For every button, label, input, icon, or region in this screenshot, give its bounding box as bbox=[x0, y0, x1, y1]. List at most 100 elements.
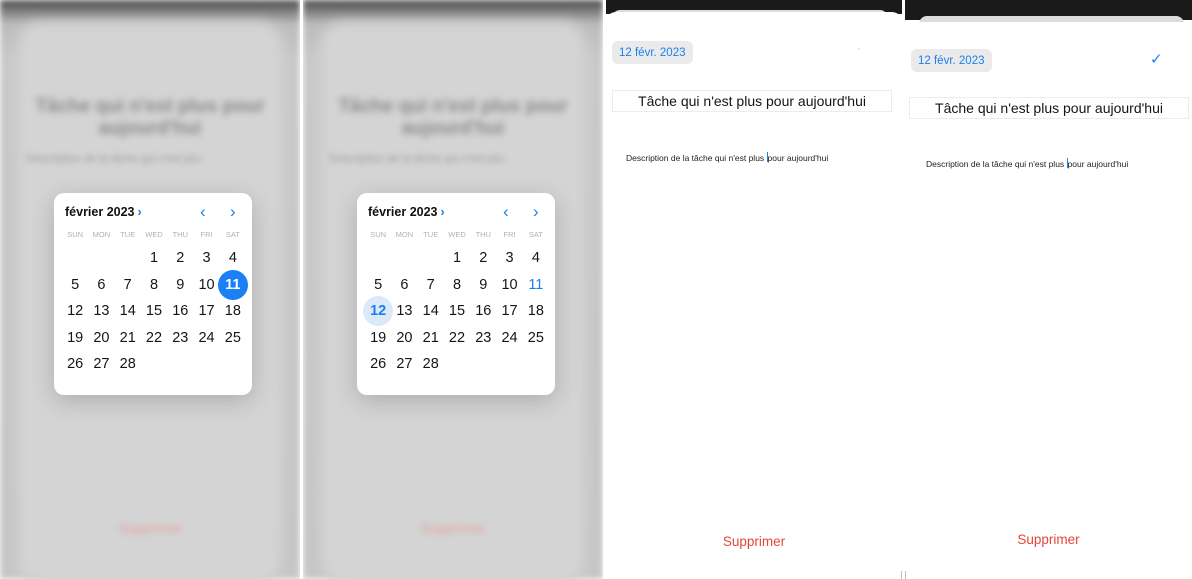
day-cell[interactable]: 12 bbox=[62, 298, 88, 325]
day-cell[interactable]: 6 bbox=[88, 272, 114, 299]
next-month-button[interactable]: › bbox=[533, 202, 539, 222]
task-description-input[interactable]: Description de la tâche qui n'est plus p… bbox=[626, 152, 828, 163]
day-number: 13 bbox=[396, 303, 413, 320]
day-number: 19 bbox=[370, 329, 387, 346]
panel-calendar-2: Tâche qui n'est plus pour aujourd'hui De… bbox=[303, 0, 603, 579]
day-cell[interactable]: 9 bbox=[167, 272, 193, 299]
day-cell[interactable]: 7 bbox=[418, 272, 444, 299]
day-cell[interactable]: 13 bbox=[88, 298, 114, 325]
month-year-button[interactable]: février 2023 › bbox=[368, 205, 445, 219]
day-cell[interactable]: 23 bbox=[167, 325, 193, 352]
day-cell[interactable]: 11 bbox=[220, 272, 246, 299]
day-cell[interactable]: 5 bbox=[365, 272, 391, 299]
date-chip-button[interactable]: 12 févr. 2023 bbox=[612, 41, 693, 64]
day-number: 16 bbox=[475, 303, 492, 320]
day-cell[interactable]: 26 bbox=[365, 351, 391, 378]
day-cell[interactable]: 14 bbox=[418, 298, 444, 325]
day-number: 27 bbox=[93, 356, 110, 373]
day-cell[interactable]: 4 bbox=[220, 245, 246, 272]
day-number: 20 bbox=[396, 329, 413, 346]
date-chip-button[interactable]: 12 févr. 2023 bbox=[911, 49, 992, 72]
weekday-label: MON bbox=[92, 230, 111, 239]
weekday-label: THU bbox=[475, 230, 491, 239]
day-number: 22 bbox=[145, 329, 163, 346]
day-number: 4 bbox=[531, 250, 540, 267]
empty-day-cell bbox=[365, 245, 391, 272]
day-cell[interactable]: 24 bbox=[496, 325, 522, 352]
day-number: 6 bbox=[400, 276, 409, 293]
day-cell[interactable]: 12 bbox=[365, 298, 391, 325]
day-cell[interactable]: 8 bbox=[141, 272, 167, 299]
day-cell[interactable]: 20 bbox=[88, 325, 114, 352]
day-cell[interactable]: 21 bbox=[115, 325, 141, 352]
delete-button[interactable]: Supprimer bbox=[905, 532, 1192, 547]
day-cell[interactable]: 22 bbox=[141, 325, 167, 352]
day-cell[interactable]: 18 bbox=[523, 298, 549, 325]
day-number: 21 bbox=[119, 329, 136, 346]
day-cell[interactable]: 2 bbox=[167, 245, 193, 272]
checkmark-icon[interactable]: ✓ bbox=[1150, 50, 1163, 68]
delete-button[interactable]: Supprimer bbox=[606, 534, 902, 549]
day-cell[interactable]: 2 bbox=[470, 245, 496, 272]
day-number: 2 bbox=[176, 250, 185, 267]
day-cell[interactable]: 3 bbox=[193, 245, 219, 272]
day-cell[interactable]: 28 bbox=[418, 351, 444, 378]
day-cell[interactable]: 9 bbox=[470, 272, 496, 299]
weekday-label: THU bbox=[172, 230, 188, 239]
day-cell[interactable]: 23 bbox=[470, 325, 496, 352]
day-number: 11 bbox=[528, 276, 544, 293]
day-cell[interactable]: 18 bbox=[220, 298, 246, 325]
weekday-label: TUE bbox=[120, 230, 136, 239]
day-cell[interactable]: 14 bbox=[115, 298, 141, 325]
day-cell[interactable]: 10 bbox=[193, 272, 219, 299]
month-year-button[interactable]: février 2023 › bbox=[65, 205, 142, 219]
day-cell[interactable]: 6 bbox=[391, 272, 417, 299]
day-cell[interactable]: 11 bbox=[523, 272, 549, 299]
day-number: 3 bbox=[505, 250, 514, 267]
day-number: 21 bbox=[422, 329, 439, 346]
day-cell[interactable]: 5 bbox=[62, 272, 88, 299]
empty-day-cell bbox=[62, 245, 88, 272]
day-cell[interactable]: 19 bbox=[365, 325, 391, 352]
day-cell[interactable]: 27 bbox=[88, 351, 114, 378]
weekday-label: FRI bbox=[200, 230, 213, 239]
weekday-label: SAT bbox=[225, 230, 240, 239]
day-cell[interactable]: 24 bbox=[193, 325, 219, 352]
day-cell[interactable]: 25 bbox=[523, 325, 549, 352]
day-cell[interactable]: 19 bbox=[62, 325, 88, 352]
day-cell[interactable]: 8 bbox=[444, 272, 470, 299]
day-cell[interactable]: 10 bbox=[496, 272, 522, 299]
day-cell[interactable]: 16 bbox=[167, 298, 193, 325]
day-cell[interactable]: 4 bbox=[523, 245, 549, 272]
day-number: 26 bbox=[370, 356, 387, 373]
day-cell[interactable]: 16 bbox=[470, 298, 496, 325]
day-cell[interactable]: 28 bbox=[115, 351, 141, 378]
previous-month-button[interactable]: ‹ bbox=[503, 202, 509, 222]
day-cell[interactable]: 15 bbox=[141, 298, 167, 325]
day-cell[interactable]: 20 bbox=[391, 325, 417, 352]
day-cell[interactable]: 1 bbox=[444, 245, 470, 272]
day-cell[interactable]: 22 bbox=[444, 325, 470, 352]
day-cell[interactable]: 7 bbox=[115, 272, 141, 299]
task-title-input[interactable]: Tâche qui n'est plus pour aujourd'hui bbox=[909, 97, 1189, 119]
next-month-button[interactable]: › bbox=[230, 202, 236, 222]
day-cell[interactable]: 17 bbox=[496, 298, 522, 325]
previous-month-button[interactable]: ‹ bbox=[200, 202, 206, 222]
day-cell[interactable]: 21 bbox=[418, 325, 444, 352]
blurred-title: Tâche qui n'est plus pour aujourd'hui bbox=[35, 96, 265, 139]
day-cell[interactable]: 26 bbox=[62, 351, 88, 378]
day-cell[interactable]: 1 bbox=[141, 245, 167, 272]
task-description-input[interactable]: Description de la tâche qui n'est plus p… bbox=[926, 158, 1128, 169]
day-cell[interactable]: 25 bbox=[220, 325, 246, 352]
day-number: 5 bbox=[71, 276, 80, 293]
panel-edit-form-2: 12 févr. 2023 ✓ Tâche qui n'est plus pou… bbox=[905, 0, 1192, 579]
day-cell[interactable]: 27 bbox=[391, 351, 417, 378]
day-cell[interactable]: 3 bbox=[496, 245, 522, 272]
day-grid: 1 2 3 4 5 6 7 8 9 10 11 12 13 14 15 16 17 18 19 20 21 22 23 24 2… bbox=[365, 245, 549, 378]
day-cell[interactable]: 15 bbox=[444, 298, 470, 325]
day-cell[interactable]: 13 bbox=[391, 298, 417, 325]
day-number: 18 bbox=[527, 303, 544, 320]
day-number: 27 bbox=[396, 356, 413, 373]
task-title-input[interactable]: Tâche qui n'est plus pour aujourd'hui bbox=[612, 90, 892, 112]
day-cell[interactable]: 17 bbox=[193, 298, 219, 325]
